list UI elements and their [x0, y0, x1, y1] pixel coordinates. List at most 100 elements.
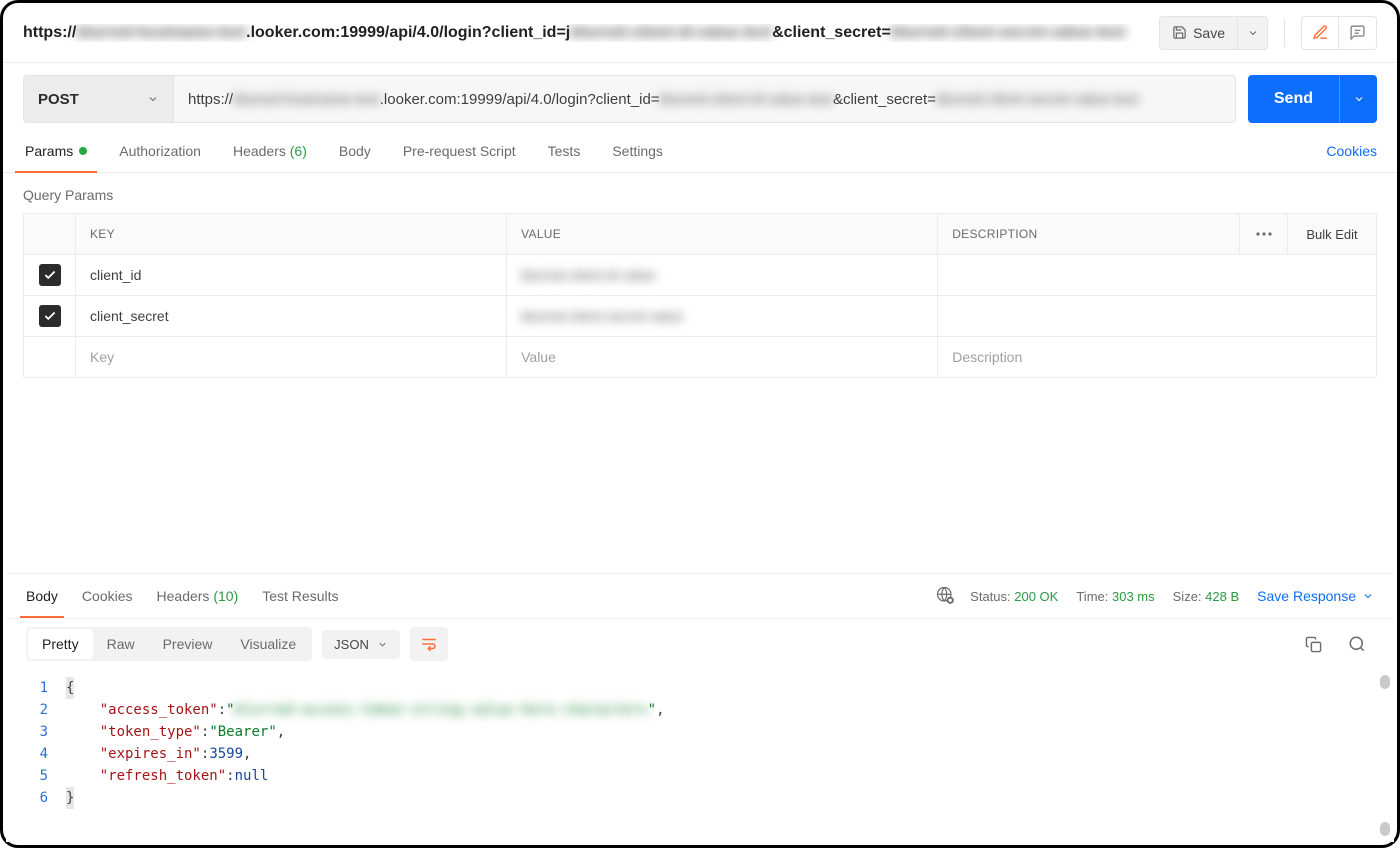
- save-dropdown[interactable]: [1238, 16, 1268, 50]
- resp-tab-headers-label: Headers: [157, 588, 210, 604]
- param-key-cell[interactable]: client_secret: [76, 296, 507, 336]
- cookies-link[interactable]: Cookies: [1326, 143, 1377, 159]
- tab-authorization[interactable]: Authorization: [117, 129, 203, 172]
- url-input[interactable]: https:// blurred-hostname-text .looker.c…: [174, 76, 1235, 122]
- tab-tests[interactable]: Tests: [546, 129, 583, 172]
- tab-settings[interactable]: Settings: [610, 129, 665, 172]
- search-response-button[interactable]: [1340, 627, 1374, 661]
- copy-icon: [1305, 636, 1322, 653]
- resp-tab-headers-count: (10): [213, 588, 238, 604]
- title-url-clientid-blurred: blurred-client-id-value-text: [570, 24, 772, 42]
- comment-button[interactable]: [1339, 16, 1377, 50]
- url-mid: .looker.com:19999/api/4.0/login?client_i…: [380, 91, 660, 108]
- tab-prerequest[interactable]: Pre-request Script: [401, 129, 518, 172]
- param-value-input[interactable]: Value: [507, 337, 938, 377]
- params-header-row: KEY VALUE DESCRIPTION Bulk Edit: [24, 214, 1376, 255]
- request-title: https:// blurred-hostname-text .looker.c…: [23, 24, 1147, 42]
- gutter: 5: [26, 765, 66, 787]
- tab-body[interactable]: Body: [337, 129, 373, 172]
- gutter: 6: [26, 787, 66, 809]
- gutter: 1: [26, 677, 66, 699]
- save-response-button[interactable]: Save Response: [1257, 588, 1374, 604]
- format-select[interactable]: JSON: [322, 630, 400, 659]
- request-row: POST https:// blurred-hostname-text .loo…: [3, 63, 1397, 123]
- resp-tab-cookies[interactable]: Cookies: [82, 574, 133, 618]
- code-key: "refresh_token": [100, 765, 226, 787]
- col-options-button[interactable]: [1240, 214, 1288, 254]
- send-button[interactable]: Send: [1248, 75, 1339, 123]
- tab-headers[interactable]: Headers (6): [231, 129, 309, 172]
- tab-headers-label: Headers: [233, 143, 286, 159]
- save-button-label: Save: [1193, 25, 1225, 41]
- response-meta: Status: 200 OK Time: 303 ms Size: 428 B: [970, 589, 1239, 604]
- method-label: POST: [38, 91, 79, 108]
- code-key: "token_type": [100, 721, 201, 743]
- param-value-cell[interactable]: blurred-client-secret-value: [507, 296, 938, 336]
- code-brace: {: [66, 677, 74, 699]
- tab-headers-count: (6): [290, 143, 307, 159]
- send-dropdown[interactable]: [1339, 75, 1377, 123]
- row-checkbox[interactable]: [39, 305, 61, 327]
- param-desc-cell[interactable]: [938, 296, 1376, 336]
- view-raw[interactable]: Raw: [93, 629, 149, 659]
- table-row-empty: Key Value Description: [24, 337, 1376, 377]
- code-key: "expires_in": [100, 743, 201, 765]
- time-value: 303 ms: [1112, 589, 1155, 604]
- tab-params-label: Params: [25, 143, 73, 159]
- wrap-lines-button[interactable]: [410, 627, 448, 661]
- view-visualize[interactable]: Visualize: [226, 629, 310, 659]
- code-value: null: [235, 765, 269, 787]
- network-icon[interactable]: [936, 586, 954, 607]
- tab-params[interactable]: Params: [23, 129, 89, 172]
- params-heading: Query Params: [23, 173, 1377, 213]
- response-pane: Body Cookies Headers (10) Test Results S…: [6, 573, 1394, 842]
- row-checkbox[interactable]: [39, 264, 61, 286]
- time-label-text: Time:: [1076, 589, 1108, 604]
- resp-tab-test-results[interactable]: Test Results: [262, 574, 338, 618]
- dots-icon: [1256, 232, 1272, 236]
- param-desc-cell[interactable]: [938, 255, 1376, 295]
- scrollbar-thumb[interactable]: [1380, 822, 1390, 836]
- code-value: 3599: [209, 743, 243, 765]
- code-value-blurred: blurred-access-token-string-value-here-c…: [235, 699, 648, 721]
- code-brace: }: [66, 787, 74, 809]
- resp-tab-headers[interactable]: Headers (10): [157, 574, 239, 618]
- size-label: Size: 428 B: [1173, 589, 1240, 604]
- title-url-prefix: https://: [23, 24, 76, 42]
- code-line: 6 }: [26, 787, 1374, 809]
- globe-icon: [936, 586, 954, 604]
- param-key-cell[interactable]: client_id: [76, 255, 507, 295]
- copy-response-button[interactable]: [1296, 627, 1330, 661]
- code-quote: ": [226, 699, 234, 721]
- table-row: client_secret blurred-client-secret-valu…: [24, 296, 1376, 337]
- code-sep: :: [201, 721, 209, 743]
- resp-tab-body[interactable]: Body: [26, 574, 58, 618]
- method-select[interactable]: POST: [24, 76, 174, 122]
- param-value-blurred: blurred-client-secret-value: [521, 308, 683, 324]
- scrollbar-thumb[interactable]: [1380, 675, 1390, 689]
- response-toolbar: Pretty Raw Preview Visualize JSON: [6, 618, 1394, 669]
- chevron-down-icon: [1362, 590, 1374, 602]
- param-desc-input[interactable]: Description: [938, 337, 1376, 377]
- titlebar-right: Save: [1159, 16, 1377, 50]
- search-icon: [1348, 635, 1366, 653]
- code-line: 5 "refresh_token" : null: [26, 765, 1374, 787]
- wrap-icon: [420, 635, 438, 653]
- response-tabs: Body Cookies Headers (10) Test Results S…: [6, 574, 1394, 618]
- save-button[interactable]: Save: [1159, 16, 1238, 50]
- chevron-down-icon: [1353, 93, 1365, 105]
- view-tabs: Pretty Raw Preview Visualize: [26, 627, 312, 661]
- param-value-cell[interactable]: blurred-client-id-value: [507, 255, 938, 295]
- view-pretty[interactable]: Pretty: [28, 629, 93, 659]
- status-label: Status: 200 OK: [970, 589, 1058, 604]
- divider: [1284, 19, 1285, 47]
- bulk-edit-button[interactable]: Bulk Edit: [1288, 227, 1376, 242]
- table-row: client_id blurred-client-id-value: [24, 255, 1376, 296]
- edit-button[interactable]: [1301, 16, 1339, 50]
- send-group: Send: [1248, 75, 1377, 123]
- code-sep: :: [226, 765, 234, 787]
- param-key-input[interactable]: Key: [76, 337, 507, 377]
- request-tabs: Params Authorization Headers (6) Body Pr…: [3, 129, 1397, 173]
- code-key: "access_token": [100, 699, 218, 721]
- view-preview[interactable]: Preview: [149, 629, 227, 659]
